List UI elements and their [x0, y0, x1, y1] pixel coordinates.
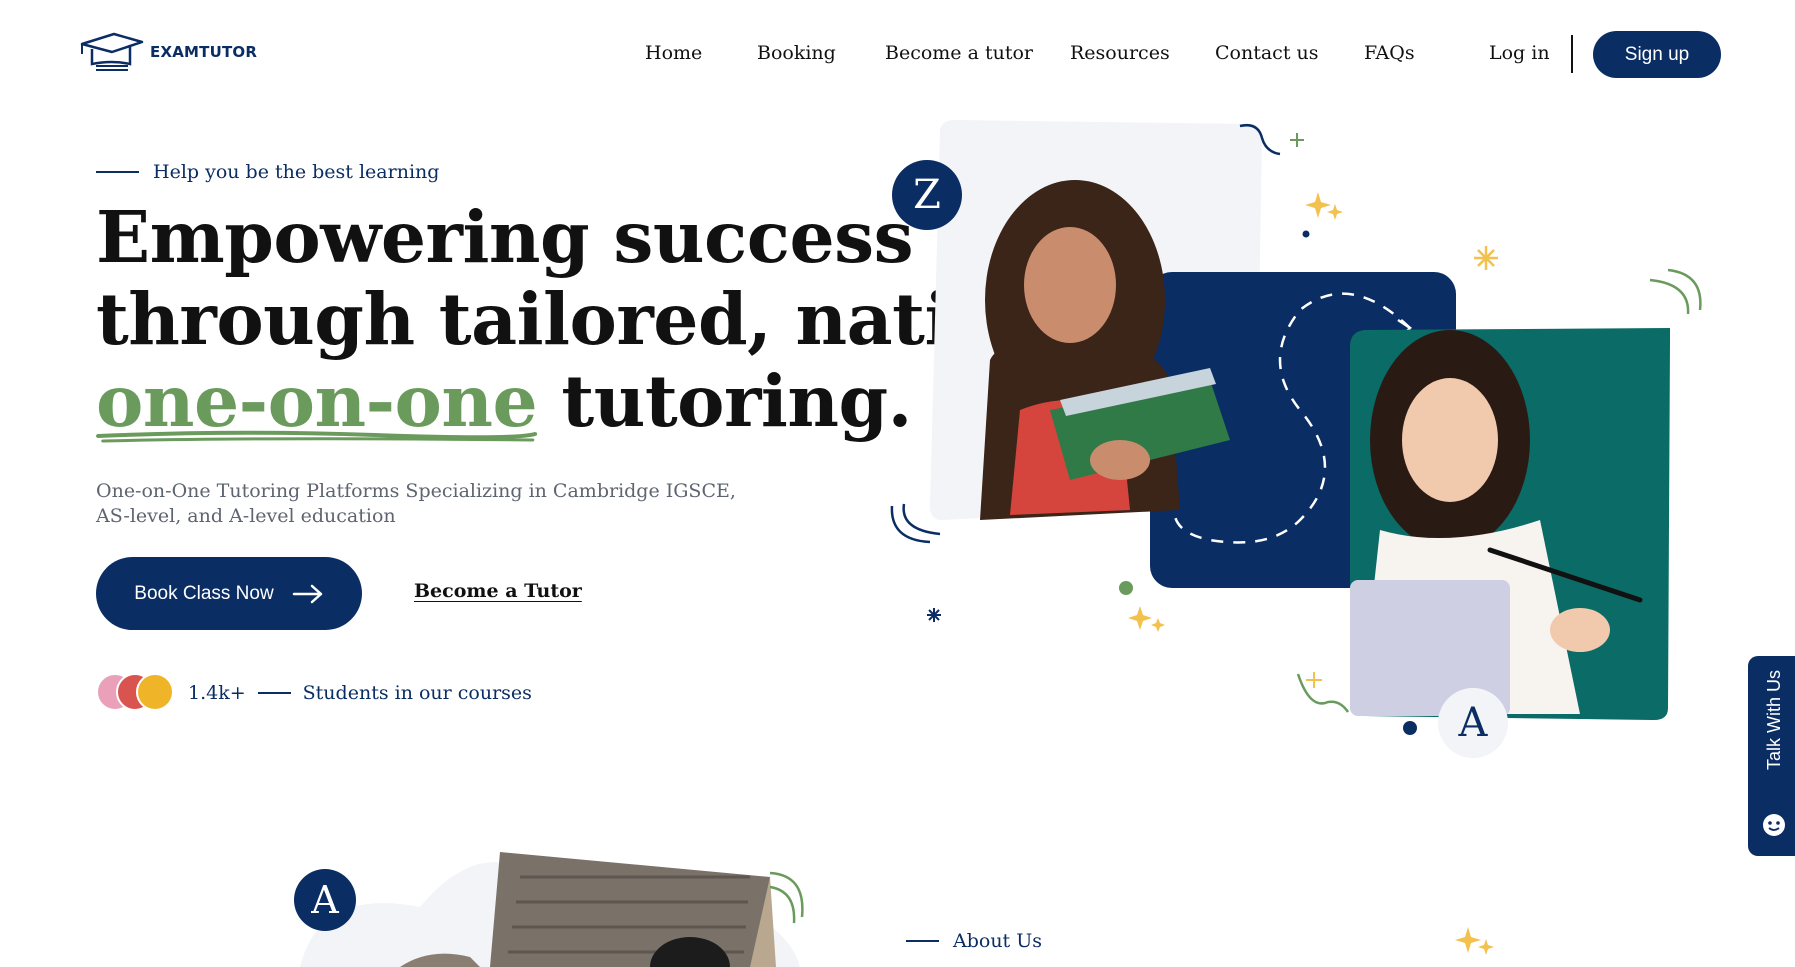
avatar	[136, 673, 174, 711]
login-link[interactable]: Log in	[1489, 42, 1550, 64]
about-line	[906, 940, 939, 942]
hero-eyebrow: Help you be the best learning	[96, 161, 439, 183]
students-stat: 1.4k+ Students in our courses	[96, 673, 532, 713]
students-dash	[257, 692, 291, 694]
nav-resources[interactable]: Resources	[1070, 42, 1170, 64]
hero-decoration	[890, 120, 1702, 735]
about-eyebrow: About Us	[906, 930, 1042, 952]
nav-faqs[interactable]: FAQs	[1364, 42, 1415, 64]
chat-face-icon	[1763, 814, 1785, 836]
about-badge: A	[294, 869, 356, 931]
brand-name: EXAMTUTOR	[150, 43, 258, 61]
talk-with-us-widget[interactable]: Talk With Us	[1748, 656, 1795, 856]
badge-top: Z	[892, 160, 962, 230]
badge-bottom: A	[1438, 688, 1508, 758]
hero-subcopy: One-on-One Tutoring Platforms Specializi…	[96, 480, 736, 527]
graduation-cap-icon	[80, 32, 144, 71]
about-decoration	[300, 852, 1494, 967]
student-avatars	[96, 673, 176, 713]
eyebrow-text: Help you be the best learning	[153, 161, 440, 183]
students-count: 1.4k+	[188, 682, 246, 704]
arrow-right-icon	[292, 584, 322, 603]
logo[interactable]: EXAMTUTOR	[78, 30, 257, 74]
talk-with-us-label: Talk With Us	[1763, 670, 1784, 771]
nav-booking[interactable]: Booking	[757, 42, 836, 64]
about-label: About Us	[953, 930, 1042, 952]
headline-highlight: one-on-one	[96, 359, 538, 443]
hero-illustration: Z A	[880, 110, 1730, 770]
book-class-button[interactable]: Book Class Now	[96, 557, 362, 630]
nav-divider	[1571, 35, 1573, 73]
highlight-underline-icon	[96, 430, 538, 443]
students-label: Students in our courses	[302, 682, 532, 704]
signup-button[interactable]: Sign up	[1593, 31, 1721, 78]
eyebrow-line	[96, 171, 139, 173]
headline-line-1: Empowering success	[96, 195, 914, 279]
headline-end: tutoring.	[537, 359, 912, 443]
nav-become-a-tutor[interactable]: Become a tutor	[885, 42, 1033, 64]
nav-home[interactable]: Home	[645, 42, 702, 64]
become-tutor-link[interactable]: Become a Tutor	[414, 580, 582, 602]
nav-contact-us[interactable]: Contact us	[1215, 42, 1318, 64]
book-class-label: Book Class Now	[134, 582, 274, 604]
